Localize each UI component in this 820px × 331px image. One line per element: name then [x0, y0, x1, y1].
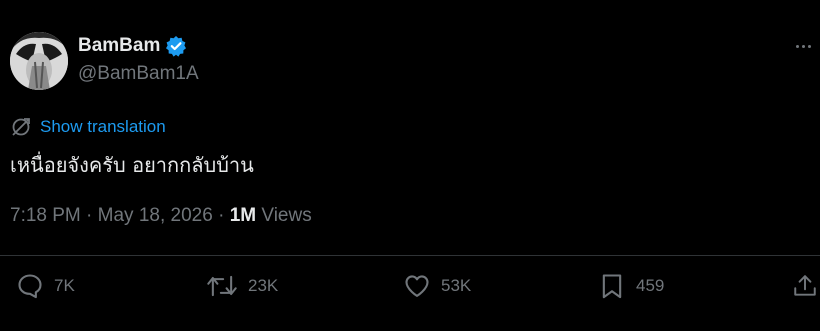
tweet-meta: 7:18 PM · May 18, 2026 · 1M Views — [10, 205, 312, 227]
show-translation-link[interactable]: Show translation — [40, 117, 166, 137]
like-button[interactable]: 53K — [403, 272, 471, 300]
views-label[interactable]: Views — [256, 205, 311, 226]
action-bar: 7K 23K 53K 459 — [0, 272, 820, 308]
tweet-date[interactable]: May 18, 2026 — [98, 205, 213, 226]
repost-count: 23K — [248, 276, 279, 295]
reply-icon — [18, 274, 42, 299]
more-options-icon[interactable] — [796, 36, 820, 56]
tweet-time[interactable]: 7:18 PM — [10, 205, 81, 226]
views-count[interactable]: 1M — [230, 205, 256, 226]
like-count: 53K — [441, 276, 472, 295]
heart-icon — [405, 275, 429, 297]
tweet-text: เหนื่อยจังครับ อยากกลับบ้าน — [10, 153, 254, 177]
bookmark-icon — [602, 274, 622, 299]
meta-separator: · — [80, 205, 98, 226]
repost-button[interactable]: 23K — [206, 272, 278, 300]
verified-badge-icon[interactable] — [165, 35, 187, 57]
avatar-image — [10, 32, 68, 90]
author-name-row: BamBam — [78, 35, 187, 57]
share-icon — [794, 275, 816, 296]
tweet-card: BamBam @BamBam1A Show translation เหนื่อ… — [0, 0, 820, 331]
meta-separator: · — [212, 205, 230, 226]
avatar[interactable] — [10, 32, 68, 90]
reply-count: 7K — [54, 276, 75, 295]
translate-icon — [10, 116, 32, 138]
reply-button[interactable]: 7K — [16, 272, 75, 300]
bookmark-count: 459 — [636, 276, 665, 295]
repost-icon — [207, 275, 237, 297]
divider — [0, 255, 820, 256]
author-handle[interactable]: @BamBam1A — [78, 63, 199, 85]
bookmark-button[interactable]: 459 — [598, 272, 664, 300]
author-display-name[interactable]: BamBam — [78, 35, 160, 57]
show-translation-row[interactable]: Show translation — [10, 116, 166, 138]
share-button[interactable] — [792, 272, 818, 300]
